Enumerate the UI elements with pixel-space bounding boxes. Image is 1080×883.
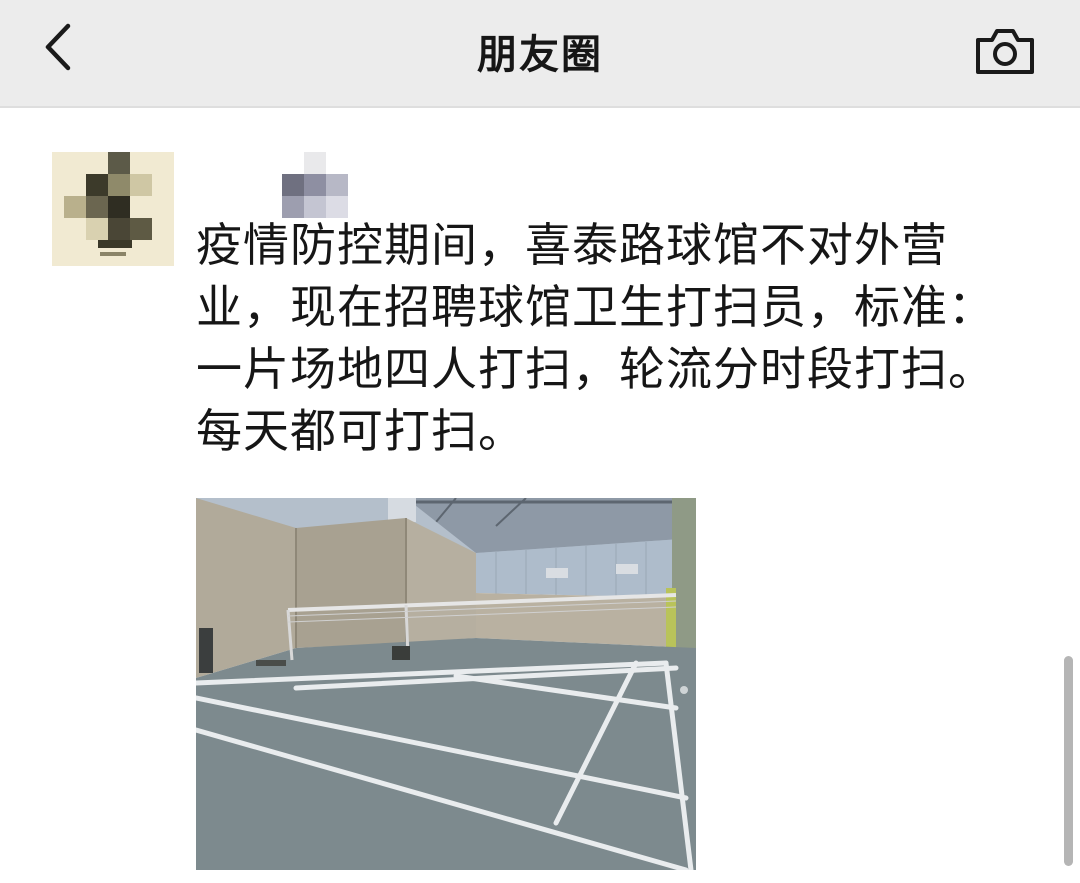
name-mosaic-block bbox=[304, 152, 326, 174]
avatar-mosaic-block bbox=[130, 174, 152, 196]
author-name-mosaic[interactable] bbox=[282, 152, 352, 218]
avatar-mosaic-block bbox=[108, 218, 130, 240]
avatar-mosaic-block bbox=[86, 196, 108, 218]
avatar-mosaic-block bbox=[108, 196, 130, 218]
avatar-mosaic-block bbox=[108, 152, 130, 174]
name-mosaic-block bbox=[326, 174, 348, 196]
name-mosaic-block bbox=[304, 174, 326, 196]
author-avatar[interactable] bbox=[52, 152, 174, 266]
scrollbar[interactable] bbox=[1064, 656, 1073, 866]
top-nav-bar: 朋友圈 bbox=[0, 0, 1080, 108]
post-content: 疫情防控期间，喜泰路球馆不对外营业，现在招聘球馆卫生打扫员，标准：一片场地四人打… bbox=[196, 218, 995, 458]
camera-button[interactable] bbox=[972, 20, 1038, 80]
post-image[interactable] bbox=[196, 498, 696, 870]
avatar-mosaic-block bbox=[86, 218, 108, 240]
avatar-mosaic-block bbox=[130, 218, 152, 240]
avatar-mosaic-block bbox=[108, 174, 130, 196]
avatar-mosaic-block bbox=[64, 196, 86, 218]
avatar-mosaic-block bbox=[98, 240, 132, 248]
name-mosaic-block bbox=[282, 174, 304, 196]
camera-icon bbox=[976, 29, 1034, 74]
page-title: 朋友圈 bbox=[477, 32, 603, 78]
avatar-mosaic-block bbox=[100, 252, 126, 256]
avatar-mosaic-block bbox=[86, 174, 108, 196]
